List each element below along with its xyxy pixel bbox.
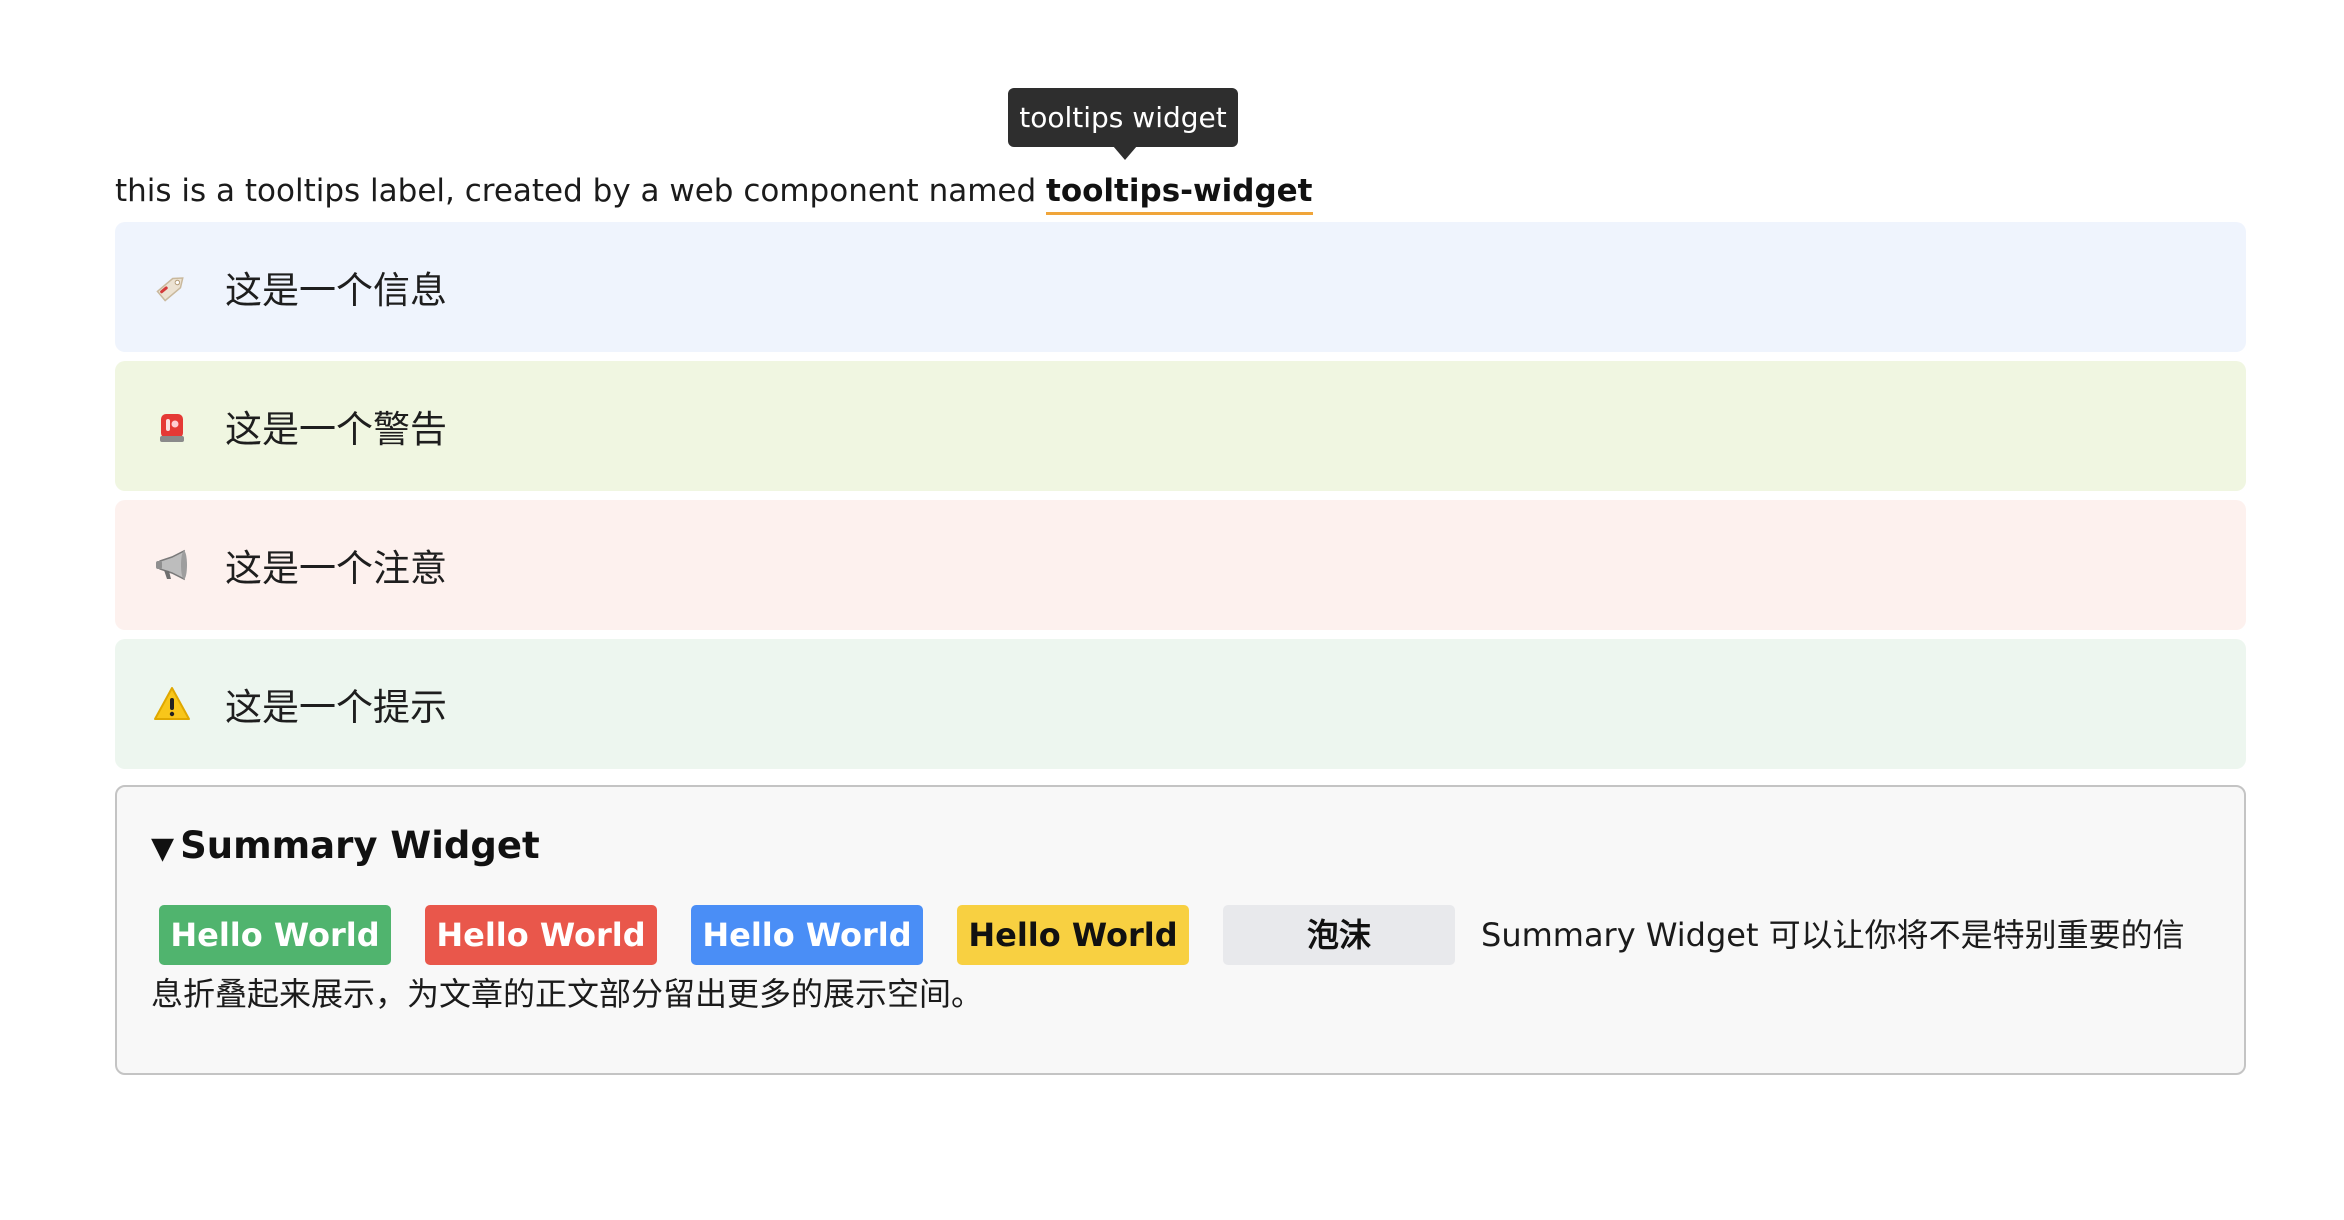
callout-info: 这是一个信息 [115,222,2246,352]
summary-content: Hello World Hello World Hello World Hello W… [151,905,2213,1021]
tooltip-arrow [1113,146,1137,160]
tooltip-label-line: this is a tooltips label, created by a w… [115,168,1313,215]
callout-info-text: 这是一个信息 [225,269,447,312]
tag-pill-green: Hello World [159,905,391,965]
tag-pill-blue: Hello World [691,905,923,965]
tooltip-target[interactable]: tooltips-widget [1046,173,1313,215]
callout-note: 这是一个注意 [115,500,2246,630]
callout-note-text: 这是一个注意 [225,547,447,590]
callout-warning: 这是一个警告 [115,361,2246,491]
warning-icon [152,684,192,724]
callout-tip-text: 这是一个提示 [225,686,447,729]
tag-pill-red: Hello World [425,905,657,965]
tag-icon [152,267,192,307]
siren-icon [152,406,192,446]
tooltip-bubble: tooltips widget [1008,88,1238,147]
tag-pill-yellow: Hello World [957,905,1189,965]
summary-title: Summary Widget [180,824,540,867]
tooltip-bubble-text: tooltips widget [1019,101,1227,134]
megaphone-icon [152,545,192,585]
tooltip-line-prefix: this is a tooltips label, created by a w… [115,173,1047,209]
summary-toggle[interactable]: ▼ Summary Widget [151,824,540,867]
summary-widget: ▼ Summary Widget Hello World Hello World He… [115,785,2246,1075]
triangle-down-icon: ▼ [151,831,175,866]
tag-pill-gray: 泡沫 [1223,905,1455,965]
callout-tip: 这是一个提示 [115,639,2246,769]
callout-warning-text: 这是一个警告 [225,408,447,451]
